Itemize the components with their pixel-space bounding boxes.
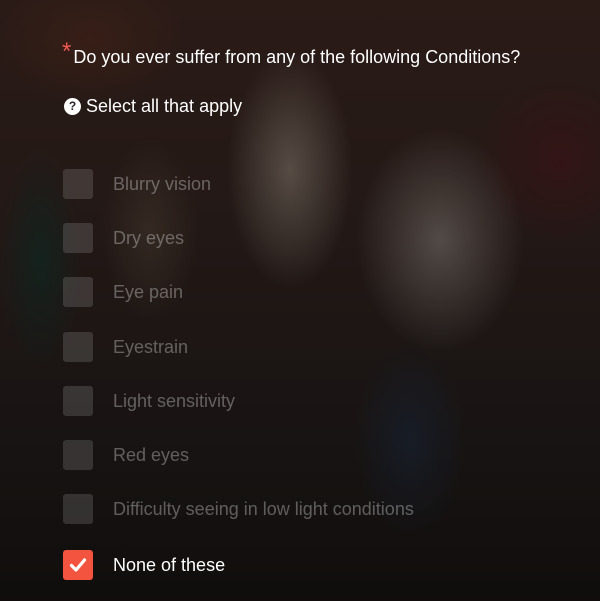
option-eye-pain[interactable]: Eye pain (63, 277, 183, 307)
select-hint: ? Select all that apply (64, 95, 242, 117)
checkbox[interactable] (63, 386, 93, 416)
option-label: Eye pain (113, 281, 184, 302)
checkbox[interactable] (63, 440, 93, 470)
option-eyestrain[interactable]: Eyestrain (63, 332, 188, 362)
option-none-of-these[interactable]: None of these (63, 550, 225, 580)
option-light-sensitivity[interactable]: Light sensitivity (63, 386, 235, 416)
option-label: Light sensitivity (113, 390, 236, 411)
checkbox[interactable] (63, 277, 93, 307)
required-marker: * (62, 38, 72, 65)
option-blurry-vision[interactable]: Blurry vision (63, 169, 211, 199)
option-label: Blurry vision (113, 173, 212, 194)
option-label: None of these (113, 554, 226, 575)
checkbox-checked[interactable] (63, 550, 93, 580)
check-icon (69, 558, 87, 572)
survey-question: * Do you ever suffer from any of the foll… (0, 0, 600, 601)
checkbox[interactable] (63, 332, 93, 362)
option-dry-eyes[interactable]: Dry eyes (63, 223, 184, 253)
question-title: * Do you ever suffer from any of the foll… (62, 40, 521, 69)
checkbox[interactable] (63, 494, 93, 524)
option-difficulty-low-light[interactable]: Difficulty seeing in low light condition… (63, 494, 414, 524)
checkbox[interactable] (63, 223, 93, 253)
checkbox[interactable] (63, 169, 93, 199)
option-red-eyes[interactable]: Red eyes (63, 440, 189, 470)
option-label: Dry eyes (113, 227, 185, 248)
hint-text: Select all that apply (86, 96, 243, 116)
question-circle-icon: ? (64, 97, 81, 115)
option-label: Difficulty seeing in low light condition… (113, 498, 414, 519)
option-label: Red eyes (113, 444, 190, 465)
option-label: Eyestrain (113, 336, 189, 357)
question-text: Do you ever suffer from any of the follo… (73, 47, 521, 67)
